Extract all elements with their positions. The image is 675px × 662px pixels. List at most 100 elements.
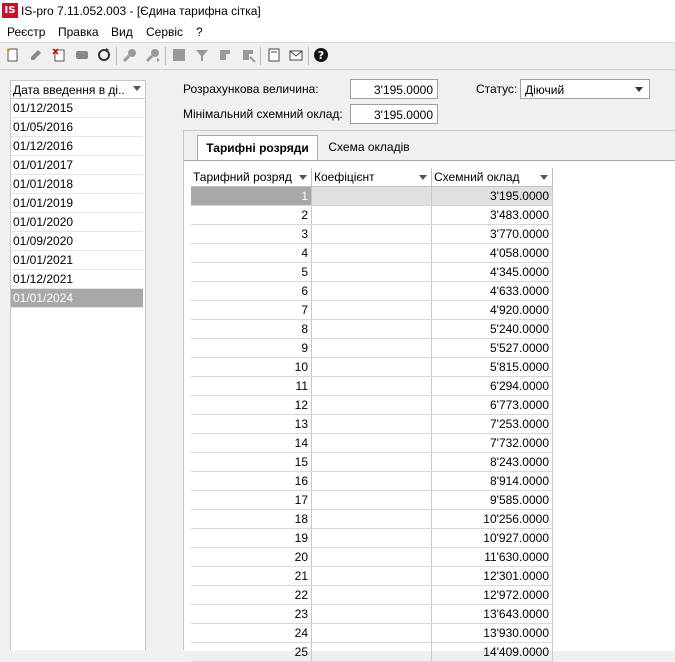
table-row[interactable]: 20 11'630.0000 (191, 548, 553, 567)
coefficient-cell[interactable] (312, 510, 432, 528)
table-row[interactable]: 15 8'243.0000 (191, 453, 553, 472)
calc-icon[interactable] (171, 47, 187, 63)
grade-cell[interactable]: 4 (191, 244, 312, 262)
date-list-item[interactable]: 01/01/2018 (11, 175, 143, 194)
table-row[interactable]: 23 13'643.0000 (191, 605, 553, 624)
edit-icon[interactable] (28, 47, 44, 63)
grade-cell[interactable]: 9 (191, 339, 312, 357)
salary-cell[interactable]: 9'585.0000 (432, 491, 553, 509)
table-row[interactable]: 25 14'409.0000 (191, 643, 553, 662)
table-row[interactable]: 16 8'914.0000 (191, 472, 553, 491)
help-icon[interactable]: ? (313, 47, 329, 63)
find-next-icon[interactable] (145, 47, 161, 63)
find-icon[interactable] (122, 47, 138, 63)
grade-cell[interactable]: 23 (191, 605, 312, 623)
salary-cell[interactable]: 3'483.0000 (432, 206, 553, 224)
grade-cell[interactable]: 21 (191, 567, 312, 585)
salary-cell[interactable]: 6'294.0000 (432, 377, 553, 395)
chevron-down-icon[interactable] (419, 175, 427, 180)
grade-cell[interactable]: 15 (191, 453, 312, 471)
date-list-item[interactable]: 01/01/2020 (11, 213, 143, 232)
grade-cell[interactable]: 19 (191, 529, 312, 547)
coefficient-cell[interactable] (312, 339, 432, 357)
salary-cell[interactable]: 14'409.0000 (432, 643, 553, 661)
chevron-down-icon[interactable] (540, 175, 548, 180)
coefficient-cell[interactable] (312, 187, 432, 205)
grade-cell[interactable]: 12 (191, 396, 312, 414)
coefficient-cell[interactable] (312, 472, 432, 490)
coefficient-cell[interactable] (312, 453, 432, 471)
date-list-item[interactable]: 01/01/2019 (11, 194, 143, 213)
grade-cell[interactable]: 14 (191, 434, 312, 452)
table-row[interactable]: 3 3'770.0000 (191, 225, 553, 244)
table-row[interactable]: 13 7'253.0000 (191, 415, 553, 434)
salary-cell[interactable]: 6'773.0000 (432, 396, 553, 414)
table-row[interactable]: 14 7'732.0000 (191, 434, 553, 453)
coefficient-cell[interactable] (312, 434, 432, 452)
table-row[interactable]: 8 5'240.0000 (191, 320, 553, 339)
table-row[interactable]: 22 12'972.0000 (191, 586, 553, 605)
salary-cell[interactable]: 8'914.0000 (432, 472, 553, 490)
sort2-icon[interactable] (240, 47, 256, 63)
coefficient-cell[interactable] (312, 244, 432, 262)
coefficient-cell[interactable] (312, 282, 432, 300)
table-row[interactable]: 7 4'920.0000 (191, 301, 553, 320)
salary-cell[interactable]: 8'243.0000 (432, 453, 553, 471)
grade-column-header[interactable]: Тарифний розряд (191, 168, 312, 186)
salary-cell[interactable]: 4'058.0000 (432, 244, 553, 262)
salary-cell[interactable]: 5'527.0000 (432, 339, 553, 357)
table-row[interactable]: 6 4'633.0000 (191, 282, 553, 301)
coefficient-cell[interactable] (312, 529, 432, 547)
coefficient-cell[interactable] (312, 358, 432, 376)
menu-registry[interactable]: Реєстр (7, 25, 45, 39)
salary-column-header[interactable]: Схемний оклад (432, 168, 553, 186)
delete-icon[interactable] (51, 47, 67, 63)
coefficient-cell[interactable] (312, 225, 432, 243)
coefficient-cell[interactable] (312, 491, 432, 509)
date-list-item[interactable]: 01/01/2021 (11, 251, 143, 270)
coefficient-cell[interactable] (312, 643, 432, 661)
date-list-item[interactable]: 01/12/2021 (11, 270, 143, 289)
salary-cell[interactable]: 10'927.0000 (432, 529, 553, 547)
tab-salary-scheme[interactable]: Схема окладів (324, 135, 414, 159)
table-row[interactable]: 2 3'483.0000 (191, 206, 553, 225)
salary-cell[interactable]: 4'920.0000 (432, 301, 553, 319)
menu-help[interactable]: ? (196, 25, 203, 39)
tab-tariff-grades[interactable]: Тарифні розряди (197, 135, 318, 161)
table-row[interactable]: 5 4'345.0000 (191, 263, 553, 282)
refresh-icon[interactable] (96, 47, 112, 63)
date-list-item[interactable]: 01/01/2024 (11, 289, 143, 308)
menu-view[interactable]: Вид (111, 25, 133, 39)
min-salary-field[interactable]: 3'195.0000 (350, 104, 438, 124)
date-column-header[interactable]: Дата введення в ді... (11, 81, 145, 99)
menu-edit[interactable]: Правка (58, 25, 99, 39)
table-row[interactable]: 19 10'927.0000 (191, 529, 553, 548)
coefficient-column-header[interactable]: Коефіцієнт (312, 168, 432, 186)
grade-cell[interactable]: 24 (191, 624, 312, 642)
grade-cell[interactable]: 1 (191, 187, 312, 205)
grade-cell[interactable]: 13 (191, 415, 312, 433)
date-list-item[interactable]: 01/05/2016 (11, 118, 143, 137)
sort-icon[interactable] (217, 47, 233, 63)
grade-cell[interactable]: 16 (191, 472, 312, 490)
grade-cell[interactable]: 2 (191, 206, 312, 224)
coefficient-cell[interactable] (312, 301, 432, 319)
mail-icon[interactable] (288, 47, 304, 63)
grade-cell[interactable]: 17 (191, 491, 312, 509)
salary-cell[interactable]: 4'633.0000 (432, 282, 553, 300)
coefficient-cell[interactable] (312, 567, 432, 585)
table-row[interactable]: 21 12'301.0000 (191, 567, 553, 586)
grade-cell[interactable]: 5 (191, 263, 312, 281)
table-row[interactable]: 4 4'058.0000 (191, 244, 553, 263)
salary-cell[interactable]: 7'732.0000 (432, 434, 553, 452)
calc-value-field[interactable]: 3'195.0000 (350, 79, 438, 99)
date-list-item[interactable]: 01/12/2015 (11, 99, 143, 118)
salary-cell[interactable]: 13'930.0000 (432, 624, 553, 642)
date-list-item[interactable]: 01/12/2016 (11, 137, 143, 156)
grade-cell[interactable]: 25 (191, 643, 312, 661)
salary-cell[interactable]: 4'345.0000 (432, 263, 553, 281)
table-row[interactable]: 17 9'585.0000 (191, 491, 553, 510)
salary-cell[interactable]: 3'770.0000 (432, 225, 553, 243)
status-select[interactable]: Діючий (520, 79, 650, 99)
chevron-down-icon[interactable] (635, 87, 643, 92)
